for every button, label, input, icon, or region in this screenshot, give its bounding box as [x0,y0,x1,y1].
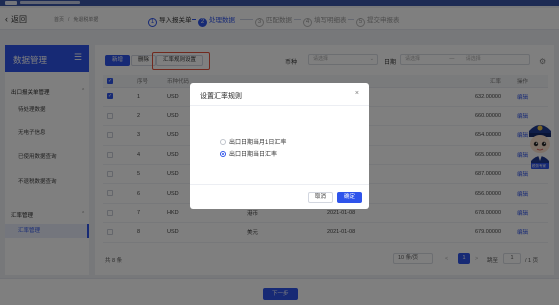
radio-selected-icon[interactable] [220,151,226,157]
rule-option-first-of-month[interactable]: 出口日期当月1日汇率 [220,137,286,146]
rule-option-same-day[interactable]: 出口日期当日汇率 [220,149,277,158]
confirm-button[interactable]: 确定 [337,192,363,203]
dialog-header: 设置汇率规则 × [190,83,369,106]
radio-icon[interactable] [220,139,226,145]
close-icon[interactable]: × [355,90,359,97]
option-label: 出口日期当月1日汇率 [229,140,287,146]
dialog-title: 设置汇率规则 [200,93,242,100]
cancel-button[interactable]: 取消 [308,192,334,203]
option-label: 出口日期当日汇率 [229,152,278,158]
dialog-footer: 取消 确定 [190,184,369,209]
rate-rule-dialog: 设置汇率规则 × 出口日期当月1日汇率 出口日期当日汇率 取消 确定 [190,83,369,209]
